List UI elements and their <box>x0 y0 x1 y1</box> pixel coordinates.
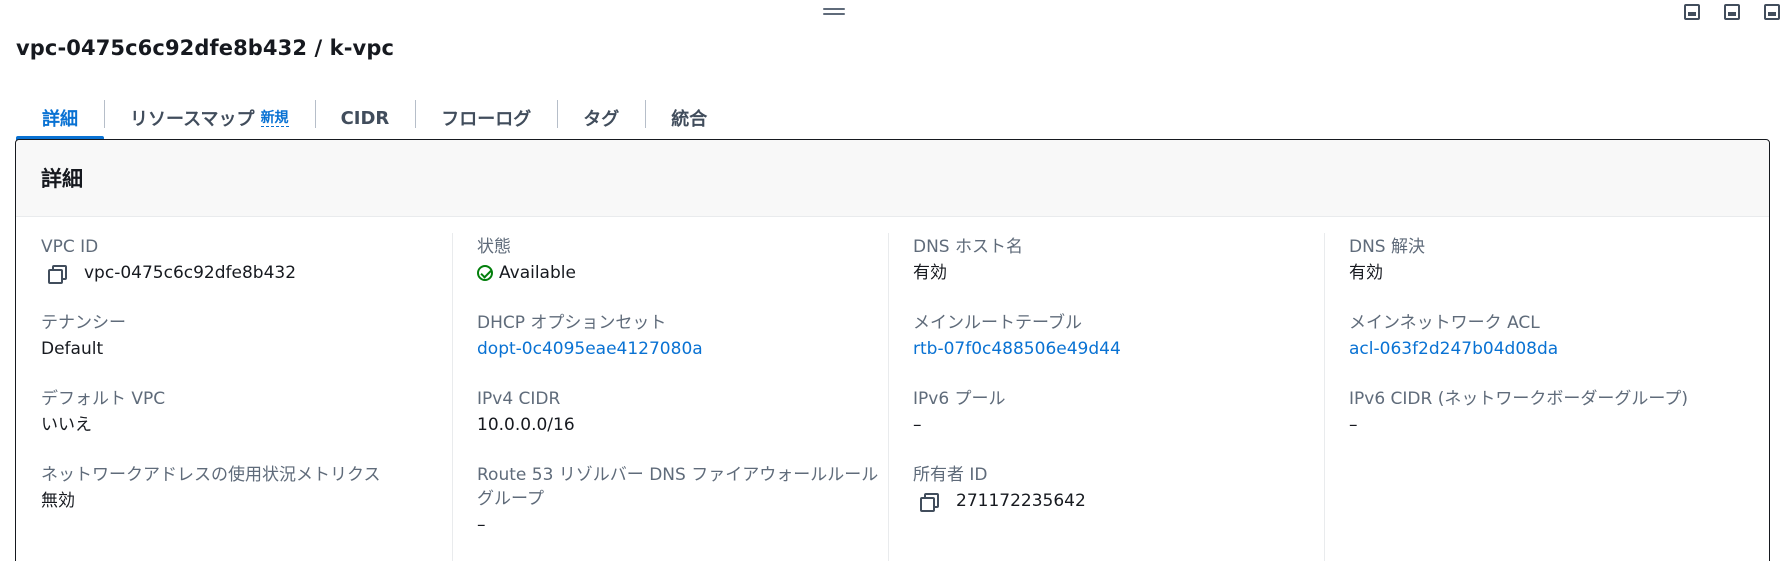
field-label: VPC ID <box>41 237 99 257</box>
drag-handle-icon[interactable] <box>823 8 845 16</box>
field-main-network-acl: メインネットワーク ACL acl-063f2d247b04d08da <box>1349 311 1760 387</box>
field-label: 状態 <box>477 237 511 257</box>
field-label: DNS 解決 <box>1349 237 1426 257</box>
field-label: ネットワークアドレスの使用状況メトリクス <box>41 465 381 485</box>
tenancy-value: Default <box>41 339 104 359</box>
tab-resource-map-label: リソースマップ <box>130 109 255 130</box>
field-label: IPv4 CIDR <box>477 389 561 409</box>
new-badge[interactable]: 新規 <box>260 110 289 127</box>
tab-resource-map[interactable]: リソースマップ 新規 <box>104 96 315 140</box>
tab-flow-logs-label: フローログ <box>441 109 532 130</box>
field-label: テナンシー <box>41 313 126 333</box>
field-ipv6-cidr: IPv6 CIDR (ネットワークボーダーグループ) – <box>1349 387 1760 463</box>
copy-icon[interactable] <box>918 491 939 512</box>
ipv4-cidr-value: 10.0.0.0/16 <box>477 415 575 435</box>
copy-icon[interactable] <box>46 263 67 284</box>
field-tenancy: テナンシー Default <box>41 311 452 387</box>
field-network-address-usage-metrics: ネットワークアドレスの使用状況メトリクス 無効 <box>41 463 452 539</box>
main-network-acl-link[interactable]: acl-063f2d247b04d08da <box>1349 335 1558 363</box>
tab-integrations[interactable]: 統合 <box>645 96 733 140</box>
field-value-container: vpc-0475c6c92dfe8b432 <box>41 259 452 287</box>
panel-position-controls <box>1684 4 1780 20</box>
ipv6-cidr-value: – <box>1349 415 1358 435</box>
field-label: デフォルト VPC <box>41 389 166 409</box>
field-owner-id: 所有者 ID 271172235642 <box>913 463 1324 539</box>
tab-tags-label: タグ <box>583 109 620 130</box>
dns-hostnames-value: 有効 <box>913 263 947 283</box>
field-dns-hostnames: DNS ホスト名 有効 <box>913 235 1324 311</box>
field-label: IPv6 CIDR (ネットワークボーダーグループ) <box>1349 389 1688 409</box>
main-route-table-link[interactable]: rtb-07f0c488506e49d44 <box>913 335 1121 363</box>
details-panel-header: 詳細 <box>16 140 1769 217</box>
details-column-1: VPC ID vpc-0475c6c92dfe8b432 テナンシー Defau… <box>16 235 452 539</box>
dock-full-icon[interactable] <box>1764 4 1780 20</box>
details-heading: 詳細 <box>41 167 83 191</box>
field-label: DHCP オプションセット <box>477 313 667 333</box>
field-label: IPv6 プール <box>913 389 1006 409</box>
tab-list: 詳細 リソースマップ 新規 CIDR フローログ タグ 統合 <box>16 96 733 140</box>
details-columns: VPC ID vpc-0475c6c92dfe8b432 テナンシー Defau… <box>16 217 1769 561</box>
field-vpc-id: VPC ID vpc-0475c6c92dfe8b432 <box>41 235 452 311</box>
dns-resolution-value: 有効 <box>1349 263 1383 283</box>
field-ipv4-cidr: IPv4 CIDR 10.0.0.0/16 <box>477 387 888 463</box>
tab-cidr[interactable]: CIDR <box>314 96 416 140</box>
details-column-2: 状態 Available DHCP オプションセット dopt-0c4095ea… <box>452 233 888 561</box>
tab-integrations-label: 統合 <box>671 109 708 130</box>
tab-tags[interactable]: タグ <box>557 96 645 140</box>
state-value: Available <box>499 263 576 283</box>
details-column-4: DNS 解決 有効 メインネットワーク ACL acl-063f2d247b04… <box>1324 233 1760 561</box>
field-label: DNS ホスト名 <box>913 237 1024 257</box>
dhcp-option-set-link[interactable]: dopt-0c4095eae4127080a <box>477 335 703 363</box>
page-title: vpc-0475c6c92dfe8b432 / k-vpc <box>16 36 394 60</box>
field-value-container: rtb-07f0c488506e49d44 <box>913 335 1324 363</box>
field-value-container: dopt-0c4095eae4127080a <box>477 335 888 363</box>
route53-resolver-firewall-value: – <box>477 515 486 535</box>
field-value-container: 271172235642 <box>913 487 1324 515</box>
dock-bottom-icon[interactable] <box>1684 4 1700 20</box>
network-address-usage-metrics-value: 無効 <box>41 491 75 511</box>
field-label: メインルートテーブル <box>913 313 1082 333</box>
field-label: Route 53 リゾルバー DNS ファイアウォールルールグループ <box>477 465 879 509</box>
vpc-id-value: vpc-0475c6c92dfe8b432 <box>84 263 297 283</box>
field-value-container: acl-063f2d247b04d08da <box>1349 335 1760 363</box>
tab-details[interactable]: 詳細 <box>16 96 104 140</box>
state-status: Available <box>477 259 888 287</box>
tab-details-label: 詳細 <box>42 109 78 130</box>
details-column-3: DNS ホスト名 有効 メインルートテーブル rtb-07f0c488506e4… <box>888 233 1324 561</box>
tab-cidr-label: CIDR <box>340 107 390 129</box>
tab-flow-logs[interactable]: フローログ <box>415 96 557 140</box>
field-ipv6-pool: IPv6 プール – <box>913 387 1324 463</box>
ipv6-pool-value: – <box>913 415 922 435</box>
vpc-details-page: vpc-0475c6c92dfe8b432 / k-vpc 詳細 リソースマップ… <box>0 0 1780 561</box>
field-dhcp-option-set: DHCP オプションセット dopt-0c4095eae4127080a <box>477 311 888 387</box>
field-label: 所有者 ID <box>913 465 988 485</box>
field-route53-resolver-firewall: Route 53 リゾルバー DNS ファイアウォールルールグループ – <box>477 463 888 539</box>
check-circle-icon <box>477 265 493 281</box>
field-default-vpc: デフォルト VPC いいえ <box>41 387 452 463</box>
field-state: 状態 Available <box>477 235 888 311</box>
details-panel: 詳細 VPC ID vpc-0475c6c92dfe8b432 テナンシー De… <box>15 139 1770 561</box>
field-main-route-table: メインルートテーブル rtb-07f0c488506e49d44 <box>913 311 1324 387</box>
field-label: メインネットワーク ACL <box>1349 313 1540 333</box>
owner-id-value: 271172235642 <box>956 491 1086 511</box>
default-vpc-value: いいえ <box>41 415 92 435</box>
dock-side-icon[interactable] <box>1724 4 1740 20</box>
field-dns-resolution: DNS 解決 有効 <box>1349 235 1760 311</box>
